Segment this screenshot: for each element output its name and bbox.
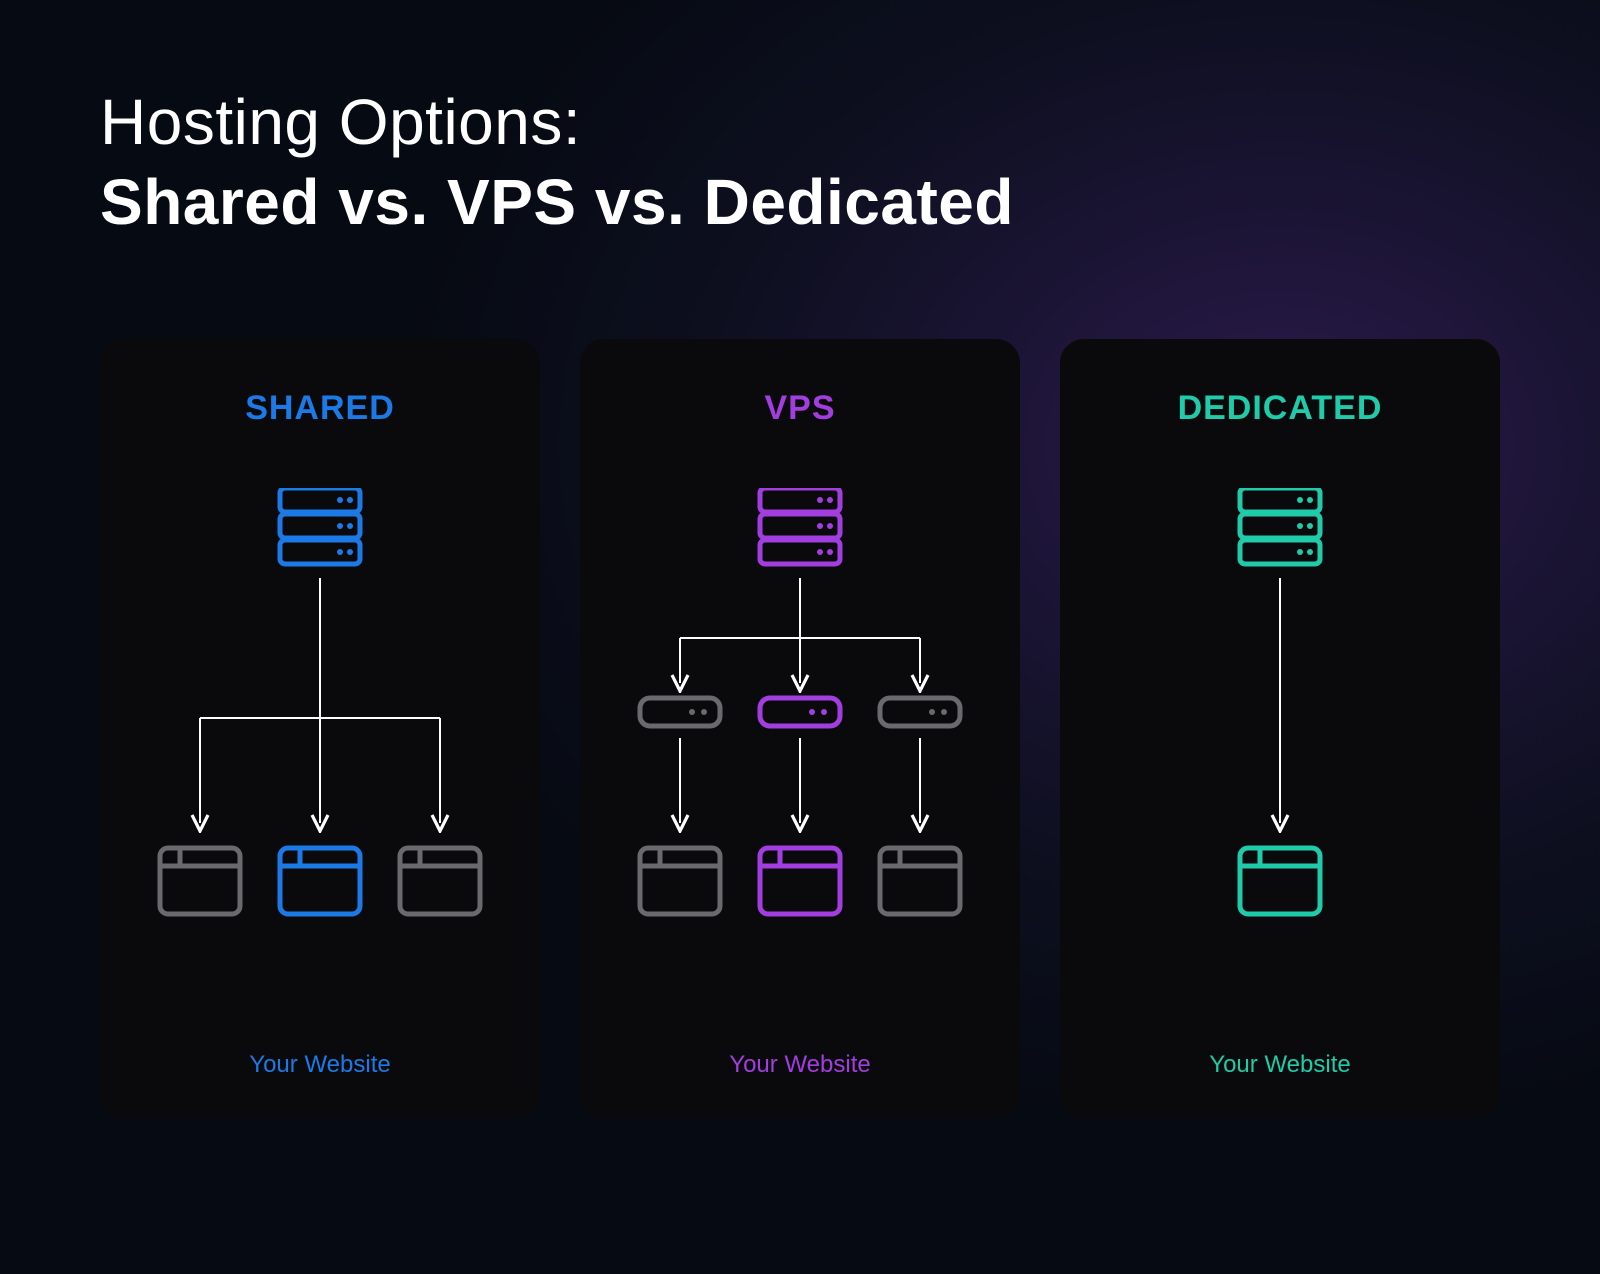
page-title-line1: Hosting Options: bbox=[100, 85, 1500, 159]
website-icon bbox=[400, 848, 480, 914]
website-icon bbox=[160, 848, 240, 914]
card-dedicated-caption: Your Website bbox=[1209, 1051, 1350, 1079]
card-vps: VPS bbox=[580, 339, 1020, 1119]
card-shared-heading: SHARED bbox=[245, 389, 395, 428]
card-shared: SHARED bbox=[100, 339, 540, 1119]
card-dedicated-heading: DEDICATED bbox=[1178, 389, 1383, 428]
server-icon bbox=[280, 488, 360, 564]
vps-unit-icon bbox=[640, 698, 720, 726]
server-icon bbox=[1240, 488, 1320, 564]
diagram-shared bbox=[130, 488, 510, 1041]
website-icon bbox=[1240, 848, 1320, 914]
website-icon bbox=[760, 848, 840, 914]
diagram-vps bbox=[610, 488, 990, 1041]
card-vps-heading: VPS bbox=[764, 389, 835, 428]
card-dedicated: DEDICATED bbox=[1060, 339, 1500, 1119]
cards-row: SHARED bbox=[100, 339, 1500, 1119]
card-vps-caption: Your Website bbox=[729, 1051, 870, 1079]
page-title-line2: Shared vs. VPS vs. Dedicated bbox=[100, 165, 1500, 239]
diagram-dedicated bbox=[1090, 488, 1470, 1041]
website-icon bbox=[280, 848, 360, 914]
server-icon bbox=[760, 488, 840, 564]
vps-unit-icon bbox=[760, 698, 840, 726]
website-icon bbox=[880, 848, 960, 914]
website-icon bbox=[640, 848, 720, 914]
card-shared-caption: Your Website bbox=[249, 1051, 390, 1079]
vps-unit-icon bbox=[880, 698, 960, 726]
